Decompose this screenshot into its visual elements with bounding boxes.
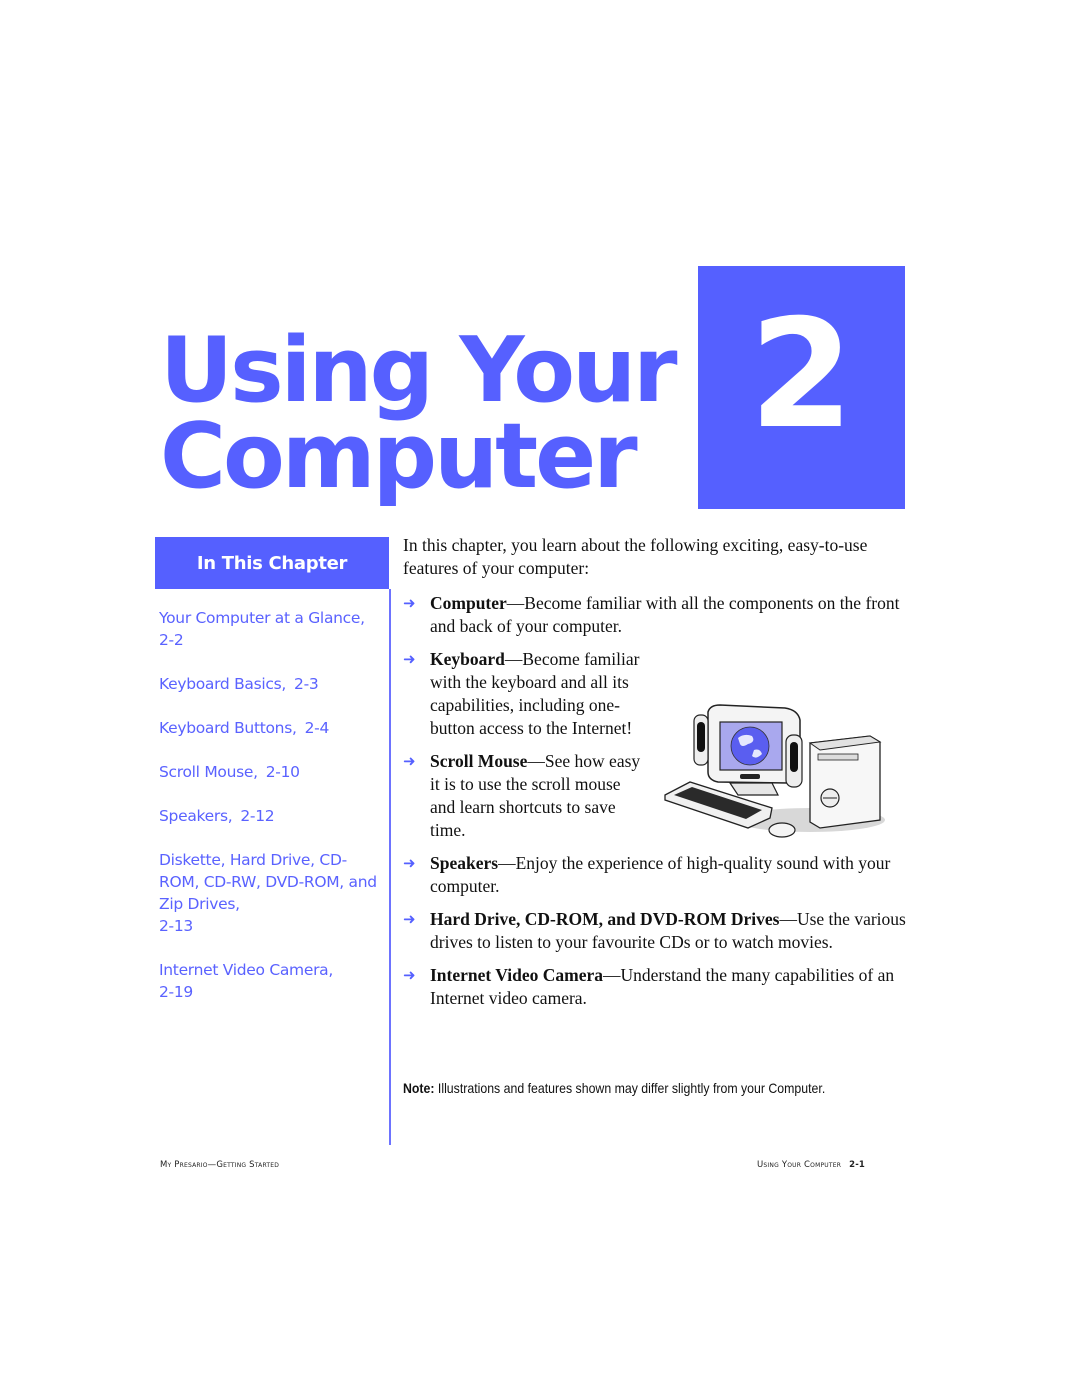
toc-item-page: 2-13 <box>159 917 193 935</box>
feature-term: Speakers <box>430 853 499 873</box>
feature-term: Computer <box>430 593 507 613</box>
footer-book-title: My Presario—Getting Started <box>160 1160 280 1170</box>
toc-item-page: 2-4 <box>304 719 330 737</box>
feature-term: Hard Drive, CD-ROM, and DVD-ROM Drives <box>430 909 780 929</box>
mouse-icon <box>768 822 796 838</box>
feature-item: ➜ Internet Video Camera—Understand the ma… <box>403 964 908 1010</box>
chapter-title: Using Your Computer <box>160 326 678 502</box>
note-text: Illustrations and features shown may dif… <box>434 1080 826 1096</box>
toc-item-label: Keyboard Basics, <box>159 675 287 693</box>
intro-paragraph: In this chapter, you learn about the fol… <box>403 535 868 578</box>
toc-item[interactable]: Keyboard Buttons, 2-4 <box>159 717 384 739</box>
right-arrow-icon: ➜ <box>403 752 416 770</box>
feature-item: ➜ Scroll Mouse—See how easy it is to use … <box>403 750 645 842</box>
right-arrow-icon: ➜ <box>403 966 416 984</box>
toc-item-label: Keyboard Buttons, <box>159 719 297 737</box>
toc-item-label: Diskette, Hard Drive, CD-ROM, CD-RW, DVD… <box>159 851 377 913</box>
page-number: 2-1 <box>849 1160 866 1170</box>
toc-item-label: Speakers, <box>159 807 233 825</box>
note: Note: Illustrations and features shown m… <box>403 1078 825 1099</box>
toc-item[interactable]: Keyboard Basics, 2-3 <box>159 673 384 695</box>
right-arrow-icon: ➜ <box>403 594 416 612</box>
footer-chapter-title: Using Your Computer <box>757 1160 842 1170</box>
feature-item: ➜ Computer—Become familiar with all the c… <box>403 592 908 638</box>
in-this-chapter-sidebar: In This Chapter Your Computer at a Glanc… <box>155 537 391 1145</box>
toc-item[interactable]: Diskette, Hard Drive, CD-ROM, CD-RW, DVD… <box>159 849 384 937</box>
feature-term: Keyboard <box>430 649 505 669</box>
toc-item-label: Your Computer at a Glance, <box>159 609 365 627</box>
feature-item: ➜ Speakers—Enjoy the experience of high-q… <box>403 852 908 898</box>
feature-item: ➜ Keyboard—Become familiar with the keybo… <box>403 648 645 740</box>
chapter-number: 2 <box>749 288 854 462</box>
feature-description: —Enjoy the experience of high-quality so… <box>430 853 891 896</box>
feature-term: Scroll Mouse <box>430 751 528 771</box>
toc-item[interactable]: Scroll Mouse, 2-10 <box>159 761 384 783</box>
chapter-toc: Your Computer at a Glance, 2-2 Keyboard … <box>155 589 390 1003</box>
toc-item[interactable]: Your Computer at a Glance, 2-2 <box>159 607 384 651</box>
globe-icon <box>730 726 770 766</box>
footer-chapter-info: Using Your Computer 2-1 <box>757 1160 865 1170</box>
chapter-title-line-2: Computer <box>160 404 638 509</box>
toc-item[interactable]: Internet Video Camera, 2-19 <box>159 959 384 1003</box>
toc-item-page: 2-3 <box>294 675 319 693</box>
toc-item-page: 2-10 <box>265 763 300 781</box>
chapter-number-box: 2 <box>698 266 905 509</box>
right-arrow-icon: ➜ <box>403 650 416 668</box>
feature-term: Internet Video Camera <box>430 965 604 985</box>
toc-item-page: 2-19 <box>159 983 193 1001</box>
right-arrow-icon: ➜ <box>403 854 416 872</box>
feature-item: ➜ Hard Drive, CD-ROM, and DVD-ROM Drives—… <box>403 908 908 954</box>
toc-item-page: 2-12 <box>240 807 275 825</box>
right-arrow-icon: ➜ <box>403 910 416 928</box>
toc-item-label: Internet Video Camera, <box>159 961 333 979</box>
desktop-computer-illustration <box>664 704 885 838</box>
toc-item-page: 2-2 <box>159 631 184 649</box>
note-label: Note: <box>403 1080 435 1096</box>
sidebar-header: In This Chapter <box>155 537 389 589</box>
sidebar-divider <box>389 589 391 1145</box>
toc-item-label: Scroll Mouse, <box>159 763 258 781</box>
toc-item[interactable]: Speakers, 2-12 <box>159 805 384 827</box>
